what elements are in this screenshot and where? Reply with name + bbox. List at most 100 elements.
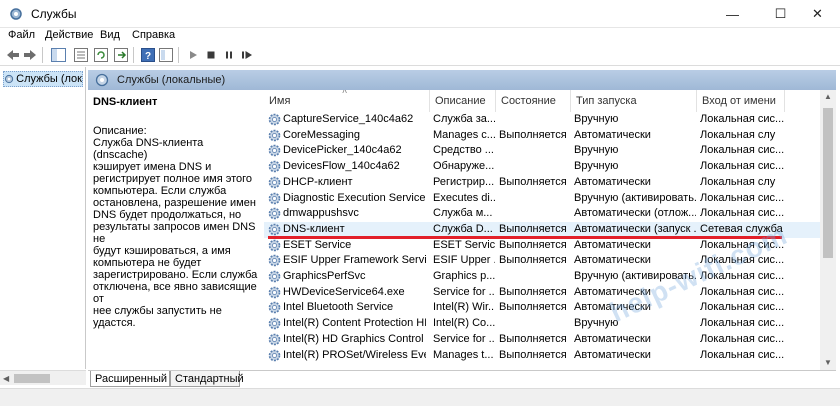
column-header-name[interactable]: Имя ˄ [264,90,430,112]
service-startup-type: Автоматически [574,238,651,251]
maximize-icon: ☐ [774,6,787,21]
back-button[interactable] [5,47,21,63]
refresh-button[interactable] [93,47,109,63]
service-status: Выполняется [499,301,567,314]
minimize-button[interactable]: — [710,0,755,28]
menu-action[interactable]: Действие [45,29,93,41]
tree-item-services-local[interactable]: Службы (лок [3,71,83,87]
service-startup-type: Автоматически [574,332,651,345]
service-logon-as: Локальная сис... [700,191,785,204]
highlight-underline [268,236,782,239]
restart-service-button[interactable] [239,47,255,63]
service-status: Выполняется [499,285,567,298]
service-startup-type: Автоматически [574,128,651,141]
table-row[interactable]: DevicesFlow_140c4a62 Обнаруже... Вручную Ло… [264,159,820,175]
service-status [499,192,569,206]
service-logon-as: Локальная сис... [700,144,785,157]
service-description: Служба м... [433,207,493,220]
column-header-startup-type[interactable]: Тип запуска [571,90,697,112]
service-startup-type: Вручную [574,160,619,173]
view-tabs: Расширенный Стандартный [88,370,836,387]
table-row[interactable]: CoreMessaging Manages c... Выполняется Авто… [264,128,820,144]
service-gear-icon [268,207,281,220]
window-title: Службы [31,7,77,21]
description-panel: DNS-клиент Описание: Служба DNS-клиента … [88,90,262,370]
table-row[interactable]: Intel Bluetooth Service Intel(R) Wir... Вы… [264,300,820,316]
scroll-thumb[interactable] [823,108,833,258]
column-header-description[interactable]: Описание [430,90,496,112]
table-row[interactable]: Intel(R) HD Graphics Control P... Service… [264,332,820,348]
description-label: Описание: [93,125,147,137]
scroll-down-icon[interactable]: ▼ [824,358,832,367]
column-header-logon[interactable]: Вход от имени [697,90,785,112]
service-startup-type: Вручную [574,144,619,157]
minimize-icon: — [726,6,739,22]
properties-button[interactable] [73,47,89,63]
pause-service-button[interactable] [221,47,237,63]
arrow-left-icon [7,50,19,60]
table-row[interactable]: Intel(R) PROSet/Wireless Event ... Manage… [264,348,820,364]
service-description: Служба D... [433,222,493,235]
table-row[interactable]: DevicePicker_140c4a62 Средство ... Вручную… [264,143,820,159]
service-gear-icon [268,223,281,236]
service-status: Выполняется [499,348,567,361]
stop-service-button[interactable] [203,47,219,63]
service-gear-icon [268,286,281,298]
scroll-thumb[interactable] [14,374,50,383]
table-vertical-scrollbar[interactable]: ▲ ▼ [820,90,836,370]
service-description: Служба за... [433,113,495,125]
view-button[interactable] [158,47,174,63]
help-button[interactable]: ? [140,47,156,63]
services-gear-icon [95,73,109,87]
service-gear-icon [268,113,281,126]
properties-icon [74,48,88,62]
scroll-up-icon[interactable]: ▲ [824,92,832,101]
tab-extended[interactable]: Расширенный [90,371,170,387]
service-description: Intel(R) Wir... [433,301,495,314]
service-name: DNS-клиент [283,222,345,235]
show-hide-tree-button[interactable] [50,47,66,63]
menu-help[interactable]: Справка [132,29,175,41]
column-header-startup-type-label: Тип запуска [576,95,637,107]
table-row[interactable]: dmwappushsvc Служба м... Автоматически (от… [264,206,820,222]
selected-service-name: DNS-клиент [93,96,158,108]
menu-view[interactable]: Вид [100,29,120,41]
service-name: Intel(R) HD Graphics Control P... [283,332,426,345]
sort-ascending-icon: ˄ [342,90,348,96]
close-button[interactable]: ✕ [795,0,840,28]
service-name: DHCP-клиент [283,175,353,188]
scroll-left-icon[interactable]: ◀ [3,374,9,383]
service-description: Graphics p... [433,270,495,282]
service-gear-icon [268,302,281,314]
service-status: Выполняется [499,332,567,345]
service-description: ESET Service [433,238,495,251]
pause-icon [226,51,232,59]
export-list-button[interactable] [113,47,129,63]
start-service-button[interactable] [185,47,201,63]
table-row[interactable]: DHCP-клиент Регистрир... Выполняется Автома… [264,175,820,191]
column-header-status[interactable]: Состояние [496,90,571,112]
service-logon-as: Локальная слу [700,128,776,141]
table-row[interactable]: Diagnostic Execution Service Executes di.… [264,191,820,207]
service-logon-as: Локальная сис... [700,207,785,220]
table-row[interactable]: CaptureService_140c4a62 Служба за... Вручн… [264,112,820,128]
tab-standard[interactable]: Стандартный [170,371,244,387]
tree-horizontal-scrollbar[interactable]: ◀ [0,370,86,385]
service-name: ESIF Upper Framework Service [283,254,426,267]
service-name: GraphicsPerfSvc [283,270,366,282]
table-row[interactable]: HWDeviceService64.exe Service for ... Выпо… [264,285,820,301]
service-description: Service for ... [433,332,495,345]
arrow-right-icon [24,50,36,60]
help-icon: ? [141,48,155,62]
service-gear-icon [268,239,281,251]
forward-button[interactable] [22,47,38,63]
service-logon-as: Локальная сис... [700,332,785,345]
menu-file[interactable]: Файл [8,29,35,41]
table-row[interactable]: Intel(R) Content Protection HE... Intel(R… [264,316,820,332]
stop-icon [207,51,215,59]
service-logon-as: Локальная сис... [700,317,785,330]
service-status [499,160,569,174]
play-icon [190,51,197,59]
service-name: DevicesFlow_140c4a62 [283,160,400,173]
service-gear-icon [268,145,281,157]
